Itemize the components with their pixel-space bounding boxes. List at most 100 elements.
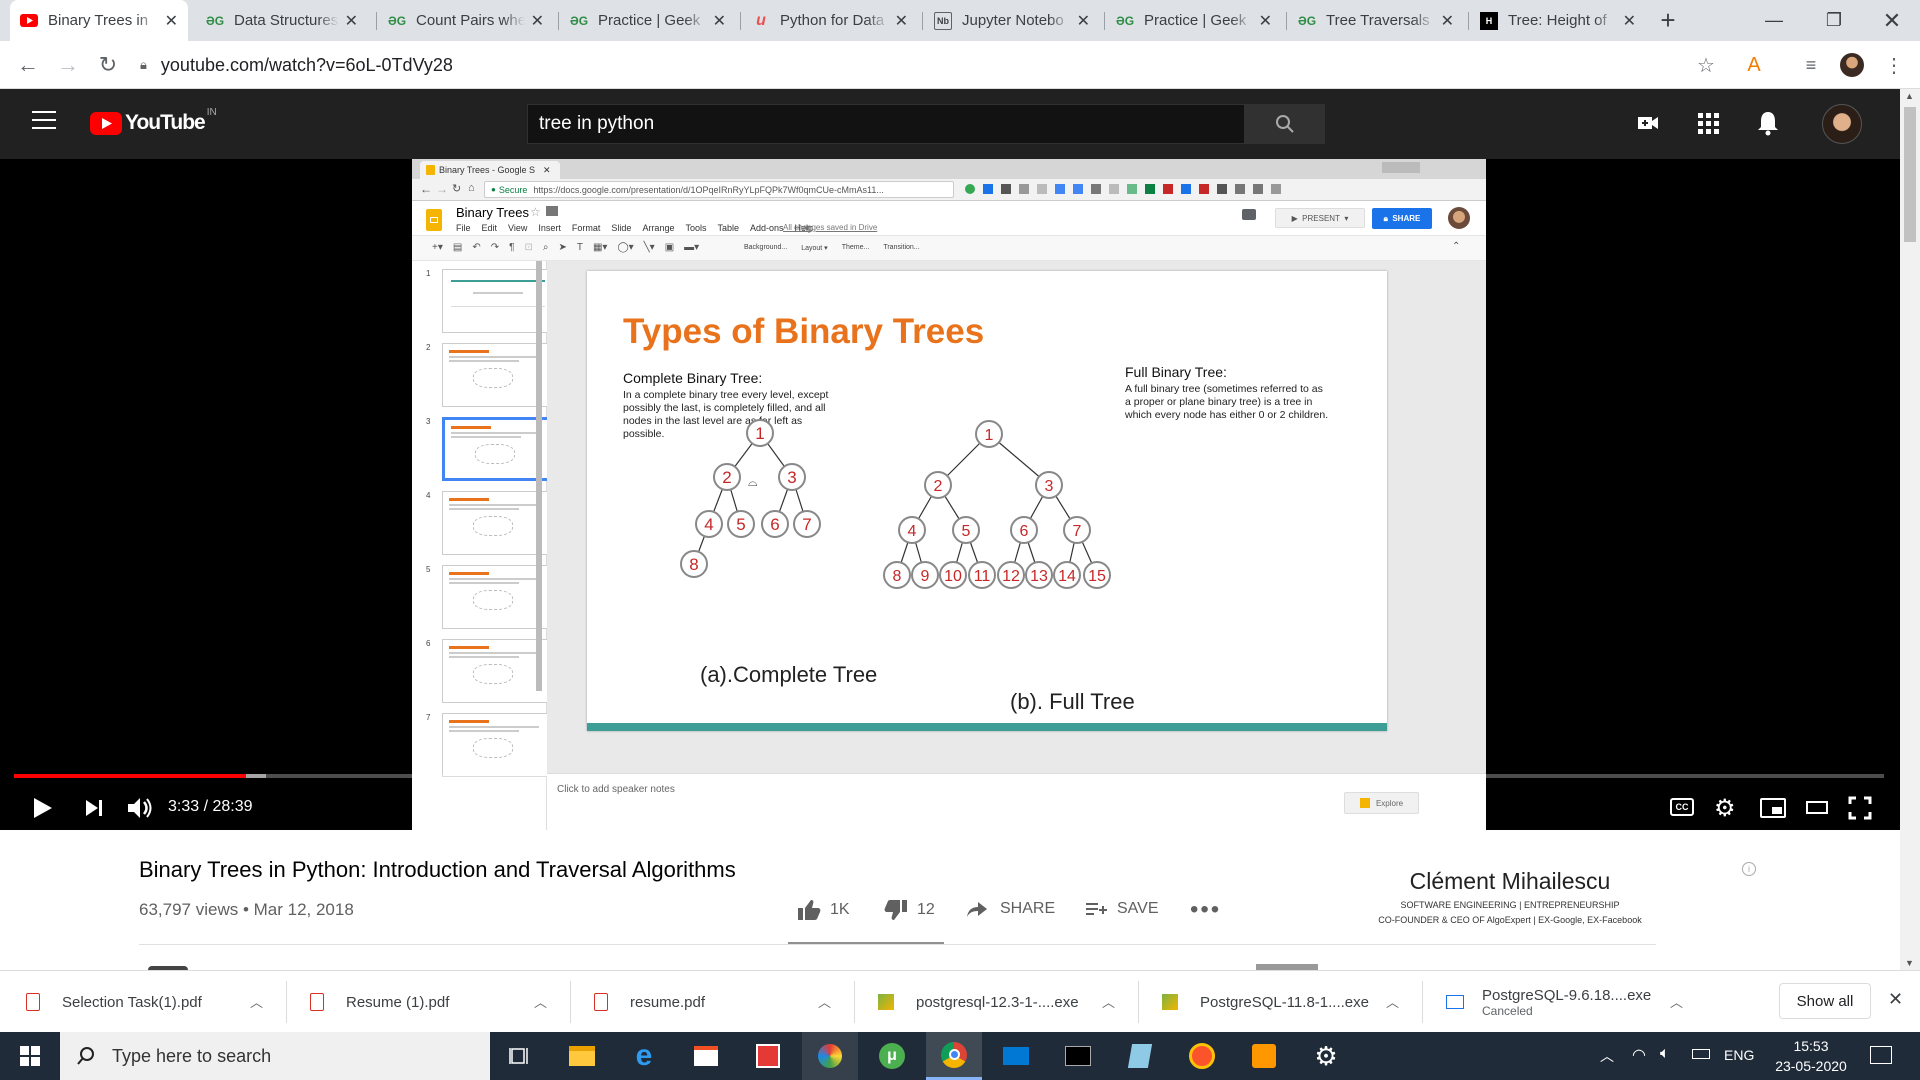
progress-bar[interactable] [14,774,1884,778]
chevron-up-icon[interactable]: ︿ [534,992,547,1011]
channel-subtitle: CO-FOUNDER & CEO OF AlgoExpert | EX-Goog… [1378,915,1642,925]
search-button[interactable] [1245,104,1325,144]
close-window-button[interactable]: ✕ [1864,0,1920,41]
utorrent-icon[interactable]: μ [864,1032,920,1080]
language-indicator[interactable]: ENG [1724,1047,1754,1063]
brave-browser-icon[interactable] [1174,1032,1230,1080]
save-button[interactable]: SAVE [1085,900,1159,918]
download-item[interactable]: PostgreSQL-11.8-1....exe [1162,971,1369,1033]
youtube-logo[interactable]: YouTube IN [90,107,217,135]
file-explorer-icon[interactable] [554,1032,610,1080]
settings-gear-icon[interactable]: ⚙ [1714,794,1736,823]
start-windows-icon[interactable] [0,1032,60,1080]
chrome-menu-icon[interactable]: ⋮ [1878,49,1910,81]
create-video-icon[interactable] [1636,111,1660,140]
chrome-taskbar-icon[interactable] [926,1032,982,1080]
info-icon[interactable]: i [1742,862,1756,876]
profile-avatar[interactable] [1836,49,1868,81]
miniplayer-icon[interactable] [1760,798,1786,818]
tab-hackerrank[interactable]: H Tree: Height of ✕ [1470,0,1646,41]
taskbar-search-box[interactable]: Type here to search [60,1032,490,1080]
clock[interactable]: 15:53 23-05-2020 [1766,1036,1856,1076]
scrollbar-thumb[interactable] [1904,107,1916,242]
tab-jupyter[interactable]: Nb Jupyter Notebo ✕ [924,0,1100,41]
address-bar[interactable]: 🔒︎ youtube.com/watch?v=6oL-0TdVy28 [140,50,1720,80]
close-icon[interactable]: ✕ [895,11,908,31]
paint-app-icon[interactable] [802,1032,858,1080]
chevron-up-icon[interactable]: ︿ [818,992,831,1011]
close-downloads-icon[interactable]: ✕ [1888,989,1903,1010]
download-item[interactable]: Resume (1).pdf [310,971,449,1033]
store-icon[interactable] [678,1032,734,1080]
chevron-up-icon[interactable]: ︿ [1600,1046,1614,1066]
tab-gfg-data-structures[interactable]: ƏG Data Structures ✕ [196,0,368,41]
forward-button[interactable]: → [52,49,84,81]
show-all-button[interactable]: Show all [1779,983,1871,1019]
captions-icon[interactable]: CC [1670,798,1694,816]
reload-button[interactable]: ↻ [92,49,124,81]
action-center-icon[interactable] [1870,1046,1892,1064]
notifications-bell-icon[interactable] [1756,110,1780,141]
next-button[interactable] [84,798,104,823]
media-control-icon[interactable]: ≡ [1795,49,1827,81]
volume-button[interactable] [126,796,154,825]
tab-youtube[interactable]: Binary Trees in ✕ [10,0,188,41]
download-item[interactable]: resume.pdf [594,971,705,1033]
battery-icon[interactable] [1692,1049,1710,1059]
gift-app-icon[interactable] [740,1032,796,1080]
tab-udemy[interactable]: u Python for Data ✕ [742,0,918,41]
tab-gfg-count-pairs[interactable]: ƏG Count Pairs whe ✕ [378,0,554,41]
chevron-up-icon[interactable]: ︿ [1670,992,1683,1011]
close-icon[interactable]: ✕ [531,11,544,31]
fullscreen-icon[interactable] [1848,796,1872,825]
close-icon[interactable]: ✕ [165,11,178,31]
hamburger-menu-icon[interactable] [32,111,56,129]
page-scrollbar[interactable]: ▲ ▼ [1900,89,1920,970]
play-button[interactable] [32,796,54,825]
download-item[interactable]: postgresql-12.3-1-....exe [878,971,1079,1033]
bookmark-star-icon[interactable]: ☆ [1690,49,1722,81]
wifi-icon[interactable]: ◠ [1632,1045,1646,1065]
tab-gfg-practice-2[interactable]: ƏG Practice | Geek ✕ [1106,0,1282,41]
task-view-icon[interactable] [492,1032,548,1080]
clock-date: 23-05-2020 [1775,1058,1847,1074]
close-icon[interactable]: ✕ [345,11,358,31]
apps-grid-icon[interactable] [1696,111,1720,140]
terminal-icon[interactable] [1050,1032,1106,1080]
theater-mode-icon[interactable] [1806,801,1828,814]
dislike-button[interactable]: 12 [883,898,935,922]
like-button[interactable]: 1K [796,898,850,922]
user-avatar[interactable] [1822,104,1862,144]
channel-branding[interactable]: Clément Mihailescu SOFTWARE ENGINEERING … [1360,868,1660,925]
mail-icon[interactable] [988,1032,1044,1080]
back-button[interactable]: ← [12,49,44,81]
tab-gfg-practice[interactable]: ƏG Practice | Geek ✕ [560,0,736,41]
more-actions-icon[interactable]: ••• [1190,896,1221,924]
play-icon [34,798,52,818]
chevron-up-icon[interactable]: ︿ [250,992,263,1011]
edge-icon[interactable]: e [616,1032,672,1080]
sublime-icon[interactable] [1236,1032,1292,1080]
minimize-button[interactable]: — [1746,0,1802,41]
close-icon[interactable]: ✕ [1077,11,1090,31]
new-tab-button[interactable]: + [1640,0,1696,41]
close-icon[interactable]: ✕ [713,11,726,31]
slide-thumbnail [442,713,554,777]
acrobat-extension-icon[interactable]: A [1738,49,1770,81]
settings-gear-icon[interactable]: ⚙ [1298,1032,1354,1080]
chevron-up-icon[interactable]: ︿ [1386,992,1399,1011]
tab-gfg-tree-traversals[interactable]: ƏG Tree Traversals ✕ [1288,0,1464,41]
chevron-up-icon[interactable]: ︿ [1102,992,1115,1011]
tree-node-label: 5 [962,523,971,540]
notepad-icon[interactable] [1112,1032,1168,1080]
close-icon[interactable]: ✕ [1623,11,1636,31]
speaker-icon[interactable]: 🔈︎ [1660,1045,1670,1063]
video-player[interactable]: Binary Trees - Google S ✕ ← → ↻ ⌂ ● Secu… [0,159,1900,830]
restore-button[interactable]: ❐ [1806,0,1862,41]
download-item[interactable]: Selection Task(1).pdf [26,971,202,1033]
close-icon[interactable]: ✕ [1441,11,1454,31]
share-video-button[interactable]: SHARE [966,900,1055,918]
download-item[interactable]: PostgreSQL-9.6.18....exe Canceled [1446,971,1651,1033]
search-input[interactable]: tree in python [527,104,1245,144]
close-icon[interactable]: ✕ [1259,11,1272,31]
